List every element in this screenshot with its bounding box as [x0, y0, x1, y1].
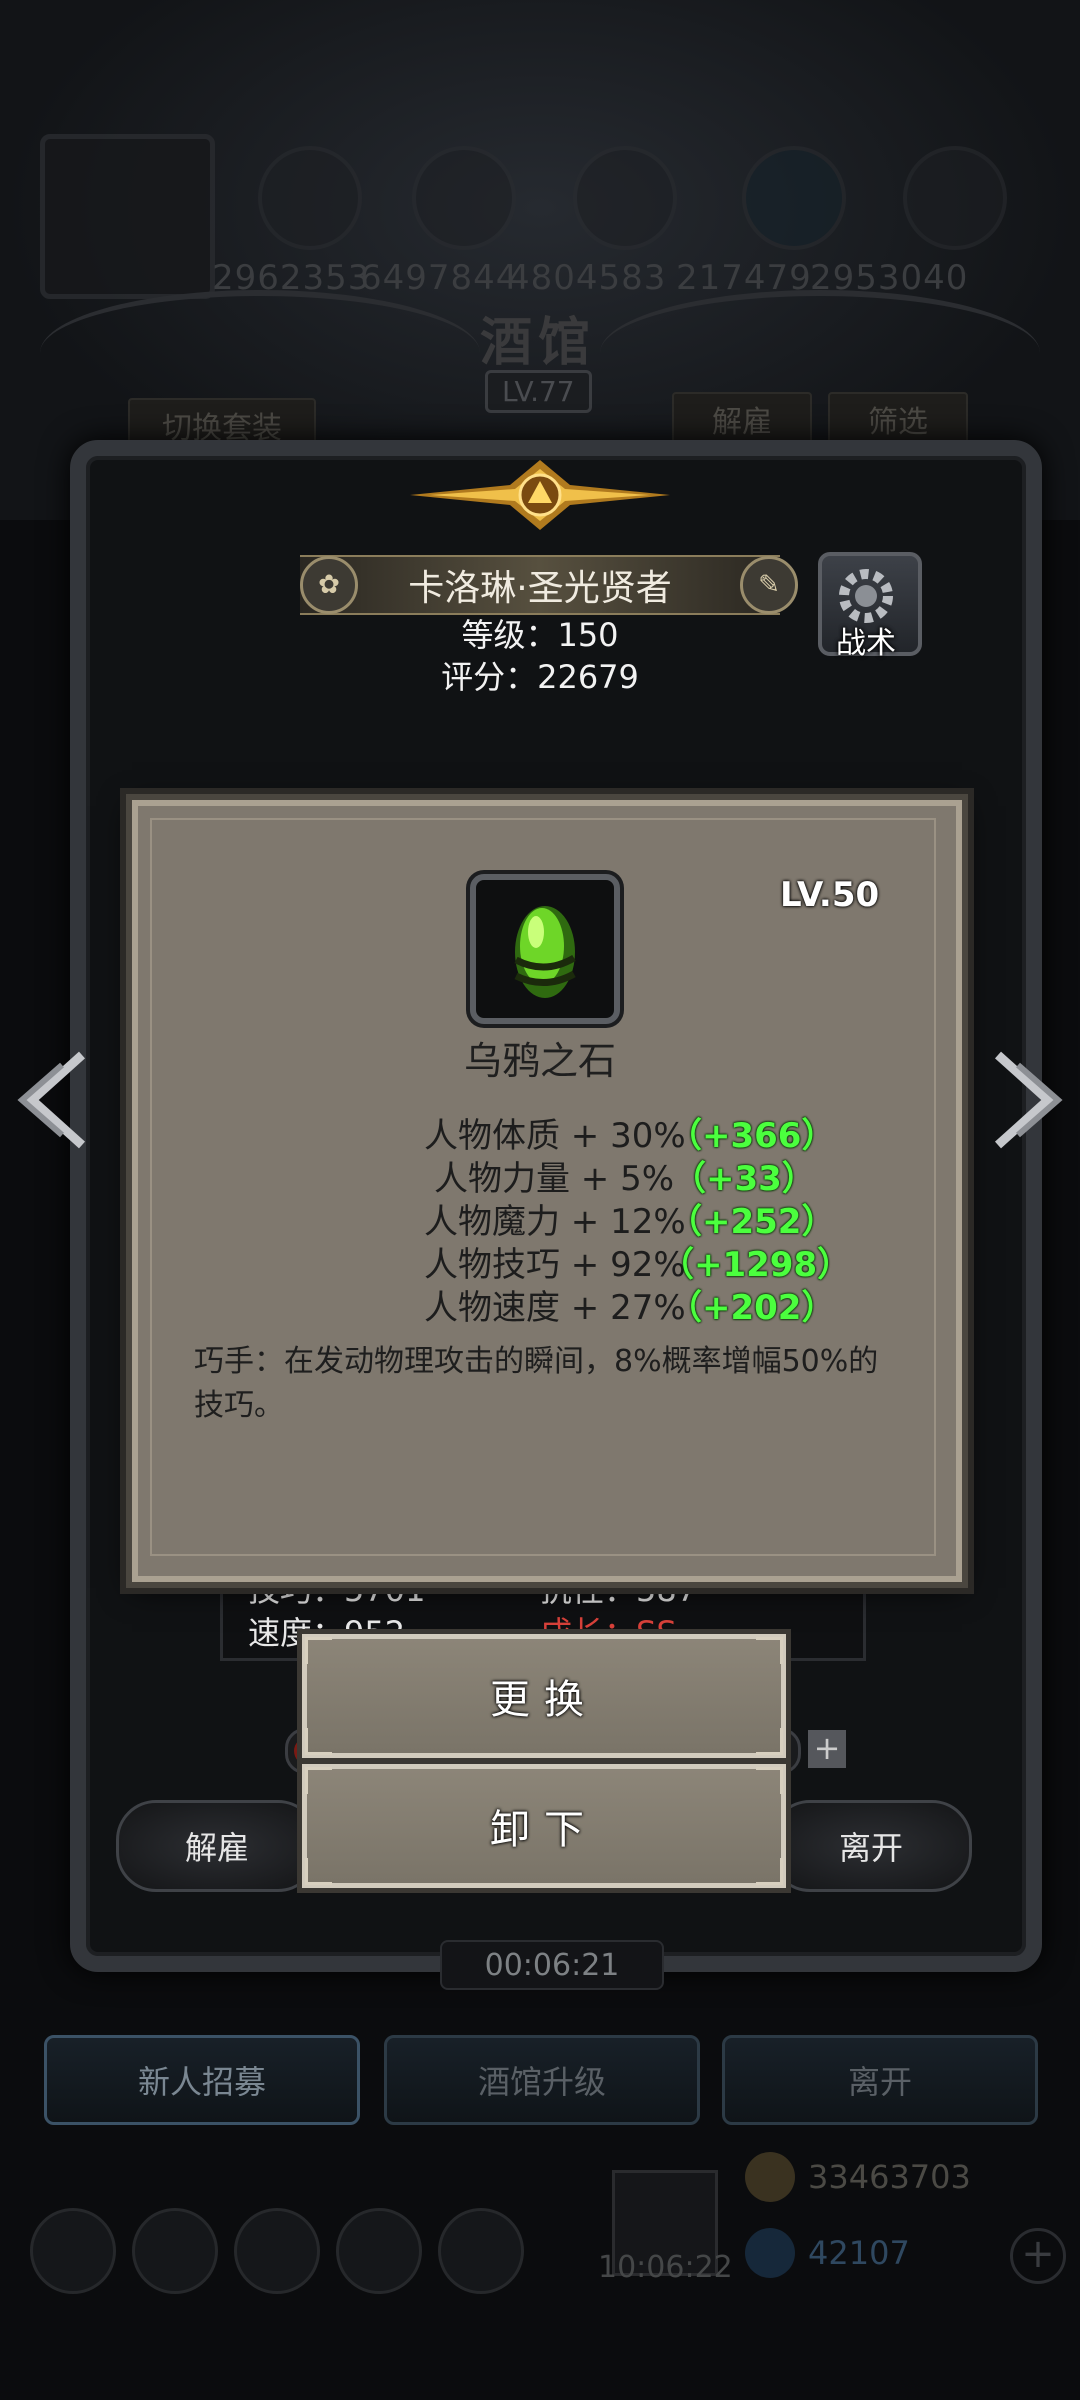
nav-guild-icon[interactable]: [438, 2208, 524, 2294]
replace-button[interactable]: 更换: [297, 1629, 791, 1763]
recruit-timer: 00:06:21: [440, 1940, 664, 1990]
attr-strength-bonus: （+33）: [672, 1159, 816, 1199]
badge-icon[interactable]: ✿: [300, 556, 358, 614]
hero-leave-button[interactable]: 离开: [770, 1800, 972, 1892]
crystal-resource-icon: [742, 146, 846, 250]
attr-constitution-bonus: （+366）: [668, 1116, 836, 1156]
attr-constitution: 人物体质 + 30%: [424, 1116, 686, 1156]
unequip-button-label: 卸下: [490, 1807, 598, 1853]
fire-resource-icon: [258, 146, 362, 250]
right-dragon-ornament: [600, 290, 1040, 416]
bg-leave-button[interactable]: 离开: [722, 2035, 1038, 2125]
gem-icon: [745, 2228, 795, 2278]
hero-name: 卡洛琳·圣光贤者: [408, 568, 672, 609]
rename-icon[interactable]: ✎: [740, 556, 798, 614]
item-slot: [470, 874, 620, 1024]
item-name: 乌鸦之石: [463, 1039, 616, 1083]
bg-dismiss-button[interactable]: 解雇: [672, 392, 812, 446]
resource-count-2: 6497844: [360, 258, 519, 298]
item-skill-description: 巧手：在发动物理攻击的瞬间，8%概率增幅50%的技巧。: [194, 1344, 879, 1423]
hero-level: 等级：150: [461, 616, 619, 654]
tavern-level: LV.77: [485, 370, 592, 413]
item-level: LV.50: [780, 875, 880, 915]
replace-button-label: 更换: [490, 1677, 598, 1723]
nav-hero-icon[interactable]: [30, 2208, 116, 2294]
unequip-button[interactable]: 卸下: [297, 1759, 791, 1893]
attr-magic-bonus: （+252）: [668, 1202, 836, 1242]
resource-count-3: 4804583: [508, 258, 667, 298]
gold-amount: 33463703: [808, 2158, 971, 2196]
nav-shop-icon[interactable]: [336, 2208, 422, 2294]
hero-score: 评分：22679: [441, 658, 639, 696]
recruit-button[interactable]: 新人招募: [44, 2035, 360, 2125]
gem-amount: 42107: [808, 2234, 910, 2272]
add-exp-button[interactable]: +: [808, 1730, 846, 1768]
nav-bag-icon[interactable]: [132, 2208, 218, 2294]
tavern-upgrade-button[interactable]: 酒馆升级: [384, 2035, 700, 2125]
avatar-frame: [40, 134, 215, 299]
hero-name-bar: 卡洛琳·圣光贤者: [300, 555, 780, 615]
add-currency-icon[interactable]: +: [1010, 2228, 1066, 2284]
raven-stone-icon: [514, 906, 576, 998]
clock-text: 10:06:22: [598, 2250, 733, 2285]
attr-dexterity-bonus: （+1298）: [660, 1245, 852, 1285]
gold-coin-icon: [745, 2152, 795, 2202]
horn-resource-icon: [903, 146, 1007, 250]
hero-dismiss-button[interactable]: 解雇: [116, 1800, 318, 1892]
attr-dexterity: 人物技巧 + 92%: [424, 1245, 686, 1285]
attr-speed: 人物速度 + 27%: [424, 1288, 686, 1328]
timer-text: 00:06:21: [484, 1947, 620, 1983]
nav-map-icon[interactable]: [234, 2208, 320, 2294]
attr-strength: 人物力量 + 5%: [434, 1159, 675, 1199]
wood-resource-icon: [412, 146, 516, 250]
hero-emblem: [410, 460, 670, 530]
tavern-title: 酒馆: [480, 312, 597, 373]
attr-magic: 人物魔力 + 12%: [424, 1202, 686, 1242]
filter-button[interactable]: 筛选: [828, 392, 968, 446]
attr-speed-bonus: （+202）: [668, 1288, 836, 1328]
iron-resource-icon: [573, 146, 677, 250]
